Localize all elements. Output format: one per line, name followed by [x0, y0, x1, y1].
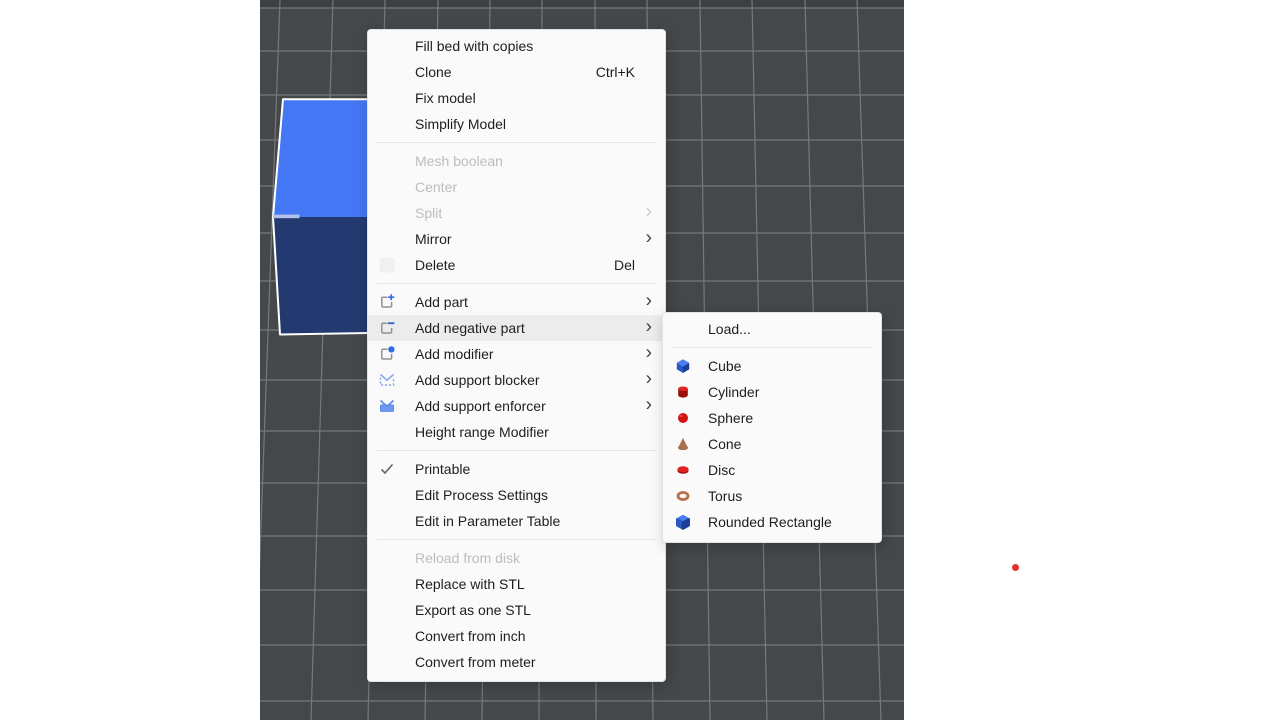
menu-item-label: Load...: [708, 321, 751, 337]
menu-item-label: Disc: [708, 462, 735, 478]
menu-item-label: Add support blocker: [415, 372, 540, 388]
menu-item-label: Height range Modifier: [415, 424, 549, 440]
menu-item-add-negative-part[interactable]: Add negative part ›: [368, 315, 665, 341]
cylinder-icon: [675, 384, 691, 400]
menu-item-mirror[interactable]: Mirror ›: [368, 226, 665, 252]
menu-item-label: Cube: [708, 358, 741, 374]
add-negative-part-icon: [378, 319, 396, 337]
menu-separator: [368, 278, 665, 289]
menu-item-rounded-rectangle[interactable]: Rounded Rectangle: [663, 509, 881, 535]
menu-item-label: Edit in Parameter Table: [415, 513, 560, 529]
menu-item-torus[interactable]: Torus: [663, 483, 881, 509]
menu-item-clone[interactable]: Clone Ctrl+K: [368, 59, 665, 85]
menu-item-label: Reload from disk: [415, 550, 520, 566]
menu-item-label: Clone: [415, 64, 452, 80]
chevron-right-icon: ›: [646, 317, 652, 336]
menu-item-label: Delete: [415, 257, 455, 273]
menu-item-reload-from-disk[interactable]: Reload from disk: [368, 545, 665, 571]
selected-edge-highlight: [273, 215, 300, 219]
add-part-icon: [378, 293, 396, 311]
menu-separator: [663, 342, 881, 353]
menu-item-label: Export as one STL: [415, 602, 531, 618]
cube-icon: [675, 358, 691, 374]
rounded-rectangle-icon: [675, 514, 691, 530]
menu-item-cube[interactable]: Cube: [663, 353, 881, 379]
sphere-icon: [675, 410, 691, 426]
add-modifier-icon: [378, 345, 396, 363]
menu-item-label: Fix model: [415, 90, 476, 106]
menu-item-label: Add support enforcer: [415, 398, 546, 414]
menu-item-split[interactable]: Split ›: [368, 200, 665, 226]
menu-item-edit-process-settings[interactable]: Edit Process Settings: [368, 482, 665, 508]
menu-item-label: Center: [415, 179, 457, 195]
menu-item-label: Sphere: [708, 410, 753, 426]
pointer-dot: [1012, 564, 1019, 571]
menu-item-load[interactable]: Load...: [663, 316, 881, 342]
menu-item-add-modifier[interactable]: Add modifier ›: [368, 341, 665, 367]
disc-icon: [675, 462, 691, 478]
menu-item-label: Add modifier: [415, 346, 494, 362]
menu-item-simplify-model[interactable]: Simplify Model: [368, 111, 665, 137]
menu-item-label: Cylinder: [708, 384, 759, 400]
menu-item-cone[interactable]: Cone: [663, 431, 881, 457]
menu-item-label: Cone: [708, 436, 741, 452]
menu-item-fix-model[interactable]: Fix model: [368, 85, 665, 111]
menu-shortcut: Ctrl+K: [596, 64, 635, 80]
menu-item-label: Edit Process Settings: [415, 487, 548, 503]
menu-item-label: Convert from meter: [415, 654, 536, 670]
menu-separator: [368, 137, 665, 148]
menu-item-label: Split: [415, 205, 442, 221]
menu-item-sphere[interactable]: Sphere: [663, 405, 881, 431]
menu-item-mesh-boolean[interactable]: Mesh boolean: [368, 148, 665, 174]
menu-item-label: Fill bed with copies: [415, 38, 533, 54]
menu-separator: [368, 534, 665, 545]
chevron-right-icon: ›: [646, 343, 652, 362]
delete-faint-icon: [378, 256, 396, 274]
menu-item-convert-from-meter[interactable]: Convert from meter: [368, 649, 665, 675]
menu-item-convert-from-inch[interactable]: Convert from inch: [368, 623, 665, 649]
menu-item-fill-bed-with-copies[interactable]: Fill bed with copies: [368, 33, 665, 59]
menu-item-label: Replace with STL: [415, 576, 525, 592]
menu-item-label: Convert from inch: [415, 628, 525, 644]
menu-item-label: Rounded Rectangle: [708, 514, 832, 530]
chevron-right-icon: ›: [646, 369, 652, 388]
menu-item-label: Printable: [415, 461, 470, 477]
chevron-right-icon: ›: [646, 228, 652, 247]
menu-item-label: Torus: [708, 488, 742, 504]
support-enforcer-icon: [378, 397, 396, 415]
menu-item-label: Simplify Model: [415, 116, 506, 132]
support-blocker-icon: [378, 371, 396, 389]
menu-item-printable[interactable]: Printable: [368, 456, 665, 482]
menu-item-center[interactable]: Center: [368, 174, 665, 200]
menu-item-edit-in-parameter-table[interactable]: Edit in Parameter Table: [368, 508, 665, 534]
check-icon: [378, 460, 396, 478]
menu-item-label: Mirror: [415, 231, 452, 247]
cone-icon: [675, 436, 691, 452]
menu-item-replace-with-stl[interactable]: Replace with STL: [368, 571, 665, 597]
menu-item-label: Add negative part: [415, 320, 525, 336]
menu-item-add-part[interactable]: Add part ›: [368, 289, 665, 315]
add-negative-part-submenu: Load... Cube Cylinder Sphere Cone Disc Torus Ro…: [662, 312, 882, 543]
menu-item-add-support-blocker[interactable]: Add support blocker ›: [368, 367, 665, 393]
menu-separator: [368, 445, 665, 456]
menu-item-label: Add part: [415, 294, 468, 310]
menu-item-export-as-one-stl[interactable]: Export as one STL: [368, 597, 665, 623]
menu-item-cylinder[interactable]: Cylinder: [663, 379, 881, 405]
chevron-right-icon: ›: [646, 202, 652, 221]
torus-icon: [675, 488, 691, 504]
chevron-right-icon: ›: [646, 395, 652, 414]
menu-shortcut: Del: [614, 257, 635, 273]
menu-item-delete[interactable]: Delete Del: [368, 252, 665, 278]
object-context-menu: Fill bed with copies Clone Ctrl+K Fix model…: [367, 29, 666, 682]
menu-item-label: Mesh boolean: [415, 153, 503, 169]
menu-item-disc[interactable]: Disc: [663, 457, 881, 483]
menu-item-height-range-modifier[interactable]: Height range Modifier: [368, 419, 665, 445]
chevron-right-icon: ›: [646, 291, 652, 310]
menu-item-add-support-enforcer[interactable]: Add support enforcer ›: [368, 393, 665, 419]
